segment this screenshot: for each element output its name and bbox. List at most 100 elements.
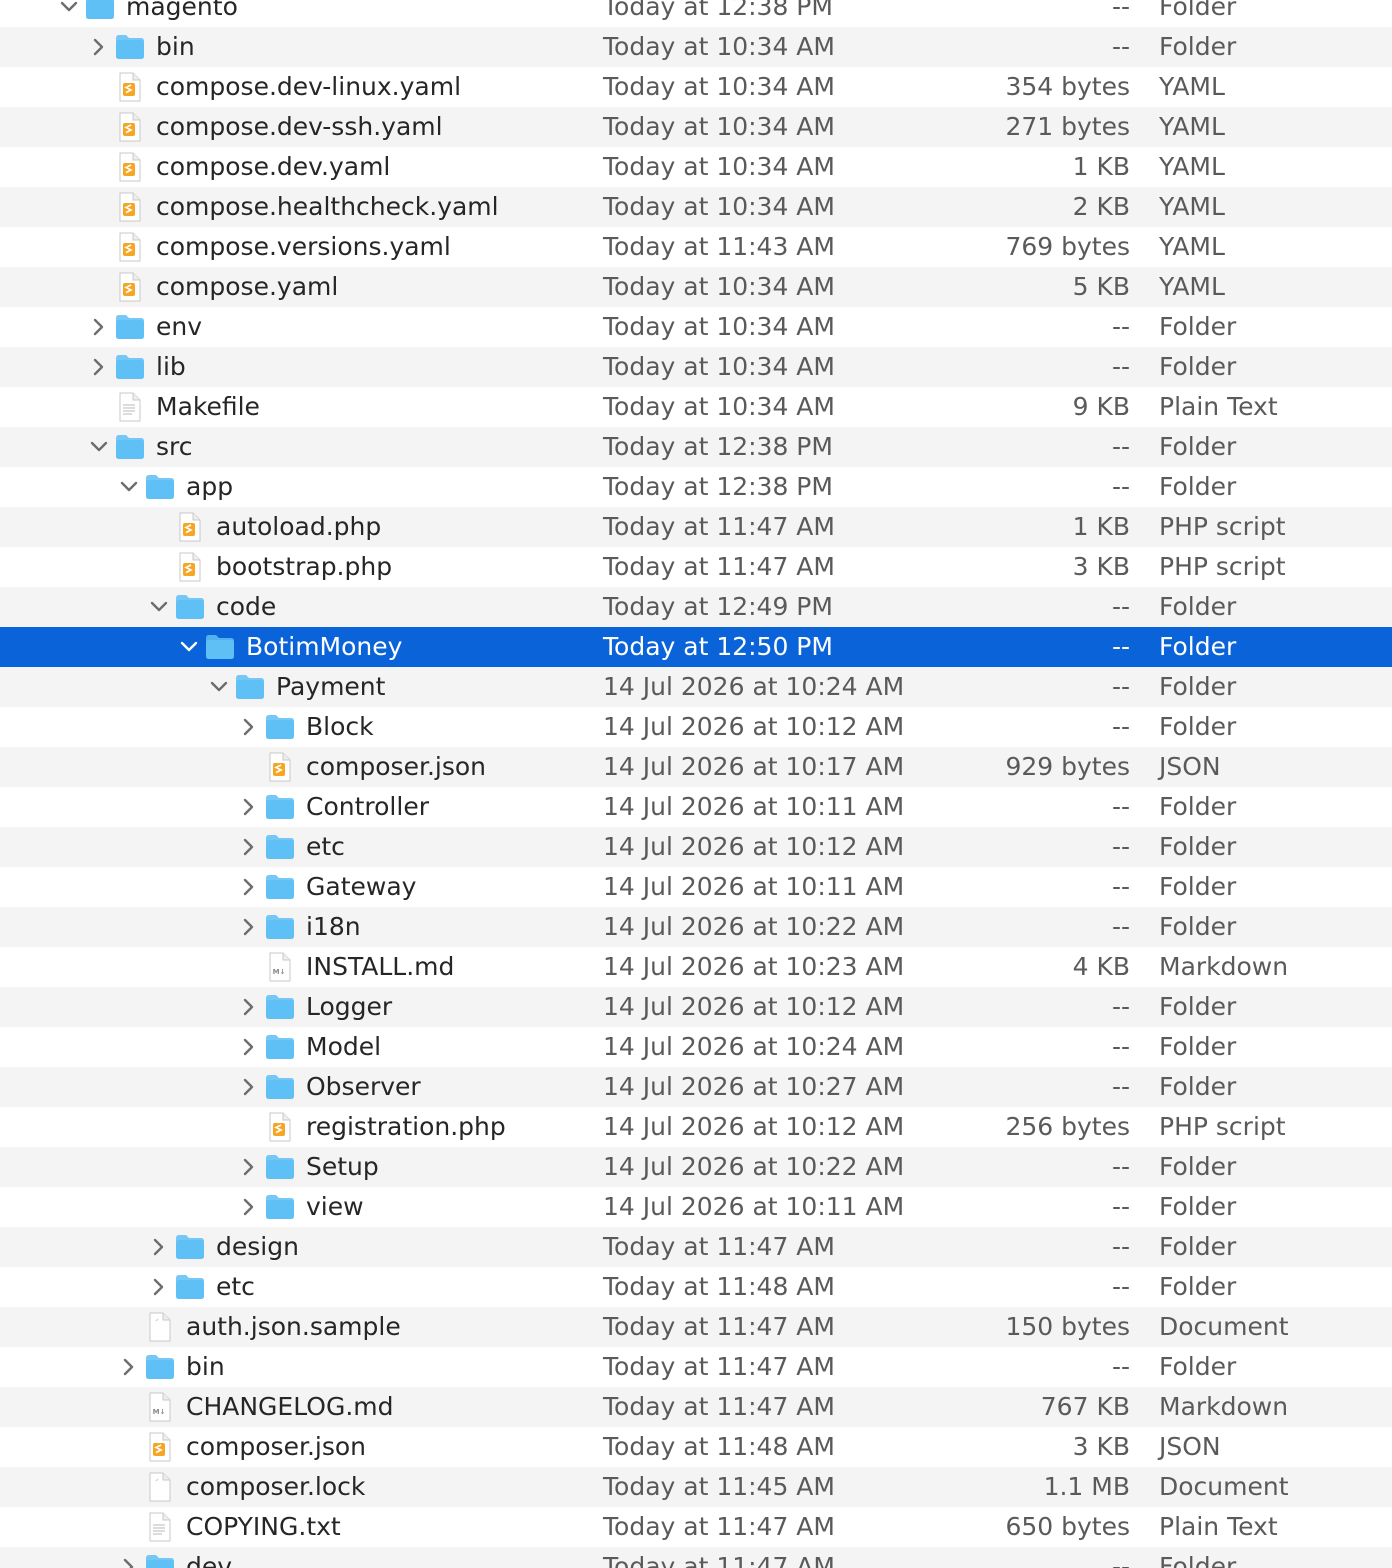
list-row-selected[interactable]: BotimMoney Today at 12:50 PM -- Folder xyxy=(0,627,1392,667)
list-row[interactable]: composer.lock Today at 11:45 AM 1.1 MB Docu… xyxy=(0,1467,1392,1507)
script-file-icon xyxy=(114,232,146,262)
chevron-right-icon[interactable] xyxy=(238,907,260,947)
list-row[interactable]: lib Today at 10:34 AM -- Folder xyxy=(0,347,1392,387)
date-modified: Today at 11:48 AM xyxy=(603,1272,835,1301)
file-size: 150 bytes xyxy=(1005,1312,1130,1341)
date-modified: Today at 11:47 AM xyxy=(603,512,835,541)
list-row[interactable]: M↓ CHANGELOG.md Today at 11:47 AM 767 KB Mar… xyxy=(0,1387,1392,1427)
list-row[interactable]: auth.json.sample Today at 11:47 AM 150 byt… xyxy=(0,1307,1392,1347)
list-row[interactable]: Block 14 Jul 2026 at 10:12 AM -- Folder xyxy=(0,707,1392,747)
list-row[interactable]: dev Today at 11:47 AM -- Folder xyxy=(0,1547,1392,1568)
list-row[interactable]: design Today at 11:47 AM -- Folder xyxy=(0,1227,1392,1267)
chevron-right-icon[interactable] xyxy=(238,787,260,827)
date-modified: Today at 11:47 AM xyxy=(603,1552,835,1568)
list-row[interactable]: bin Today at 11:47 AM -- Folder xyxy=(0,1347,1392,1387)
chevron-down-icon[interactable] xyxy=(118,467,140,507)
chevron-down-icon[interactable] xyxy=(178,627,200,667)
chevron-right-icon[interactable] xyxy=(238,1147,260,1187)
list-row[interactable]: Controller 14 Jul 2026 at 10:11 AM -- Folde… xyxy=(0,787,1392,827)
date-modified: Today at 10:34 AM xyxy=(603,112,835,141)
list-row[interactable]: compose.versions.yaml Today at 11:43 AM 76… xyxy=(0,227,1392,267)
list-row[interactable]: autoload.php Today at 11:47 AM 1 KB PHP scr… xyxy=(0,507,1392,547)
chevron-right-icon[interactable] xyxy=(238,1027,260,1067)
list-row[interactable]: etc Today at 11:48 AM -- Folder xyxy=(0,1267,1392,1307)
chevron-right-icon[interactable] xyxy=(238,867,260,907)
chevron-right-icon[interactable] xyxy=(238,987,260,1027)
file-size: -- xyxy=(1111,1352,1130,1381)
chevron-right-icon[interactable] xyxy=(148,1267,170,1307)
date-modified: Today at 10:34 AM xyxy=(603,392,835,421)
list-row[interactable]: src Today at 12:38 PM -- Folder xyxy=(0,427,1392,467)
list-row[interactable]: registration.php 14 Jul 2026 at 10:12 AM 2… xyxy=(0,1107,1392,1147)
chevron-down-icon[interactable] xyxy=(58,0,80,27)
list-row[interactable]: compose.yaml Today at 10:34 AM 5 KB YAML xyxy=(0,267,1392,307)
list-row[interactable]: Setup 14 Jul 2026 at 10:22 AM -- Folder xyxy=(0,1147,1392,1187)
list-row[interactable]: M↓ INSTALL.md 14 Jul 2026 at 10:23 AM 4 KB M… xyxy=(0,947,1392,987)
list-row[interactable]: Gateway 14 Jul 2026 at 10:11 AM -- Folder xyxy=(0,867,1392,907)
file-kind: Folder xyxy=(1159,352,1237,381)
item-name: bin xyxy=(156,32,195,61)
chevron-down-icon[interactable] xyxy=(148,587,170,627)
list-row[interactable]: Observer 14 Jul 2026 at 10:27 AM -- Folder xyxy=(0,1067,1392,1107)
list-row[interactable]: app Today at 12:38 PM -- Folder xyxy=(0,467,1392,507)
file-kind: Folder xyxy=(1159,712,1237,741)
item-name: COPYING.txt xyxy=(186,1512,341,1541)
chevron-right-icon[interactable] xyxy=(238,1187,260,1227)
list-row[interactable]: etc 14 Jul 2026 at 10:12 AM -- Folder xyxy=(0,827,1392,867)
list-row[interactable]: bootstrap.php Today at 11:47 AM 3 KB PHP sc… xyxy=(0,547,1392,587)
list-row[interactable]: bin Today at 10:34 AM -- Folder xyxy=(0,27,1392,67)
file-size: -- xyxy=(1111,312,1130,341)
script-file-icon xyxy=(144,1432,176,1462)
list-row[interactable]: compose.dev-ssh.yaml Today at 10:34 AM 271… xyxy=(0,107,1392,147)
file-size: 4 KB xyxy=(1072,952,1130,981)
list-row[interactable]: view 14 Jul 2026 at 10:11 AM -- Folder xyxy=(0,1187,1392,1227)
file-kind: YAML xyxy=(1159,192,1225,221)
file-size: -- xyxy=(1111,712,1130,741)
date-modified: Today at 10:34 AM xyxy=(603,312,835,341)
file-size: -- xyxy=(1111,592,1130,621)
item-name: CHANGELOG.md xyxy=(186,1392,394,1421)
finder-list-view: magento Today at 12:38 PM -- Folder bin Today… xyxy=(0,0,1392,1568)
list-row[interactable]: composer.json Today at 11:48 AM 3 KB JSON xyxy=(0,1427,1392,1467)
list-row[interactable]: Logger 14 Jul 2026 at 10:12 AM -- Folder xyxy=(0,987,1392,1027)
date-modified: 14 Jul 2026 at 10:27 AM xyxy=(603,1072,905,1101)
date-modified: 14 Jul 2026 at 10:11 AM xyxy=(603,872,905,901)
list-row[interactable]: compose.dev-linux.yaml Today at 10:34 AM 3… xyxy=(0,67,1392,107)
text-file-icon xyxy=(144,1512,176,1542)
markdown-file-icon: M↓ xyxy=(264,952,296,982)
folder-icon xyxy=(264,792,296,822)
list-row[interactable]: env Today at 10:34 AM -- Folder xyxy=(0,307,1392,347)
chevron-right-icon[interactable] xyxy=(238,707,260,747)
list-row[interactable]: COPYING.txt Today at 11:47 AM 650 bytes Pla… xyxy=(0,1507,1392,1547)
item-name: compose.dev.yaml xyxy=(156,152,391,181)
file-size: 2 KB xyxy=(1072,192,1130,221)
list-row[interactable]: compose.healthcheck.yaml Today at 10:34 A… xyxy=(0,187,1392,227)
document-file-icon xyxy=(144,1312,176,1342)
chevron-right-icon[interactable] xyxy=(238,1067,260,1107)
file-size: 271 bytes xyxy=(1005,112,1130,141)
list-row[interactable]: compose.dev.yaml Today at 10:34 AM 1 KB YAM… xyxy=(0,147,1392,187)
chevron-right-icon[interactable] xyxy=(88,307,110,347)
folder-icon xyxy=(264,872,296,902)
chevron-right-icon[interactable] xyxy=(118,1347,140,1387)
item-name: view xyxy=(306,1192,364,1221)
chevron-down-icon[interactable] xyxy=(208,667,230,707)
chevron-right-icon[interactable] xyxy=(118,1547,140,1568)
file-size: -- xyxy=(1111,352,1130,381)
list-row[interactable]: composer.json 14 Jul 2026 at 10:17 AM 929 … xyxy=(0,747,1392,787)
chevron-down-icon[interactable] xyxy=(88,427,110,467)
item-name: Logger xyxy=(306,992,393,1021)
folder-icon xyxy=(174,1232,206,1262)
list-row[interactable]: code Today at 12:49 PM -- Folder xyxy=(0,587,1392,627)
chevron-right-icon[interactable] xyxy=(88,27,110,67)
list-row[interactable]: i18n 14 Jul 2026 at 10:22 AM -- Folder xyxy=(0,907,1392,947)
list-row[interactable]: Payment 14 Jul 2026 at 10:24 AM -- Folder xyxy=(0,667,1392,707)
list-row[interactable]: Model 14 Jul 2026 at 10:24 AM -- Folder xyxy=(0,1027,1392,1067)
chevron-right-icon[interactable] xyxy=(88,347,110,387)
list-row[interactable]: Makefile Today at 10:34 AM 9 KB Plain Text xyxy=(0,387,1392,427)
list-row[interactable]: magento Today at 12:38 PM -- Folder xyxy=(0,0,1392,27)
chevron-right-icon[interactable] xyxy=(238,827,260,867)
chevron-right-icon[interactable] xyxy=(148,1227,170,1267)
date-modified: Today at 10:34 AM xyxy=(603,32,835,61)
item-name: BotimMoney xyxy=(246,632,403,661)
